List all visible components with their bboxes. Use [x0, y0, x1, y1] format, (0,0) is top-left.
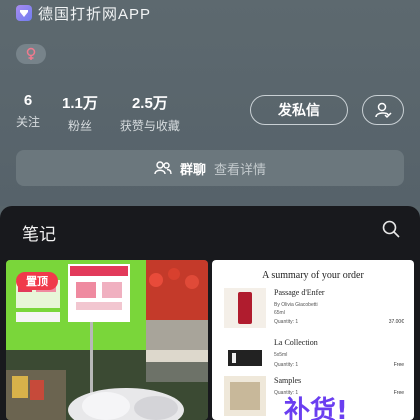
pinned-badge: 置顶 — [16, 272, 58, 290]
search-icon[interactable] — [382, 220, 400, 243]
product-thumbnail — [224, 338, 266, 378]
order-item-name: La Collection — [274, 338, 318, 347]
stat-following-value: 6 — [23, 92, 33, 109]
group-chat-bar[interactable]: 群聊 查看详情 — [16, 150, 404, 186]
note-card-supermarket[interactable]: 置顶 — [6, 260, 208, 420]
stat-likes-label: 获赞与收藏 — [119, 119, 180, 133]
order-item-price: 37.00€ — [388, 319, 404, 325]
group-chat-label: 群聊 — [179, 161, 206, 177]
product-thumbnail — [224, 288, 266, 328]
order-item: Passage d'Enfer By Olivia Giacobetti 65m… — [222, 288, 408, 328]
order-summary-heading: A summary of your order — [262, 270, 364, 281]
order-item: La Collection 5x5ml Quantity: 1 Free — [222, 338, 408, 378]
product-thumbnail — [224, 376, 266, 416]
stat-following-label: 关注 — [16, 115, 41, 129]
stat-followers-label: 粉丝 — [67, 119, 92, 133]
group-chat-detail: 查看详情 — [214, 161, 267, 177]
overlay-handwritten-text: 补货! — [284, 396, 348, 420]
ip-location-text: 德国打折网APP — [38, 5, 152, 23]
order-item-qty: Quantity: 1 — [274, 362, 299, 368]
stat-likes[interactable]: 2.5万 获赞与收藏 — [120, 92, 180, 134]
ip-location-row: 德国打折网APP — [16, 2, 151, 24]
profile-stats: 6 关注 1.1万 粉丝 2.5万 获赞与收藏 — [16, 92, 202, 134]
notes-tab-title[interactable]: 笔记 — [22, 220, 56, 245]
stat-likes-value: 2.5万 — [131, 95, 168, 112]
profile-header: 德国打折网APP 6 关注 1.1万 粉丝 2.5万 获赞与收藏 发私信 群聊 … — [0, 0, 420, 206]
order-item-name: Samples — [274, 376, 302, 385]
stat-followers[interactable]: 1.1万 粉丝 — [62, 92, 98, 134]
stat-following[interactable]: 6 关注 — [16, 92, 40, 134]
group-users-icon — [154, 161, 172, 175]
order-item-price: Free — [393, 362, 404, 368]
user-check-icon — [375, 102, 392, 119]
order-item-size: 65ml — [274, 310, 285, 316]
order-item-name: Passage d'Enfer — [274, 288, 325, 297]
note-card-order-summary[interactable]: A summary of your order Passage d'Enfer … — [212, 260, 414, 420]
app-shield-icon — [16, 5, 32, 21]
gender-female-icon — [16, 44, 46, 64]
stat-followers-value: 1.1万 — [62, 95, 98, 112]
notes-panel: 笔记 置顶 A summary of your order Passage d'… — [0, 206, 420, 420]
order-item-price: Free — [393, 390, 404, 396]
order-item-brand: By Olivia Giacobetti — [274, 302, 318, 308]
follow-button[interactable] — [362, 95, 404, 125]
send-message-button[interactable]: 发私信 — [250, 95, 348, 125]
order-item-size: 5x5ml — [274, 352, 288, 358]
order-item-qty: Quantity: 1 — [274, 319, 299, 325]
